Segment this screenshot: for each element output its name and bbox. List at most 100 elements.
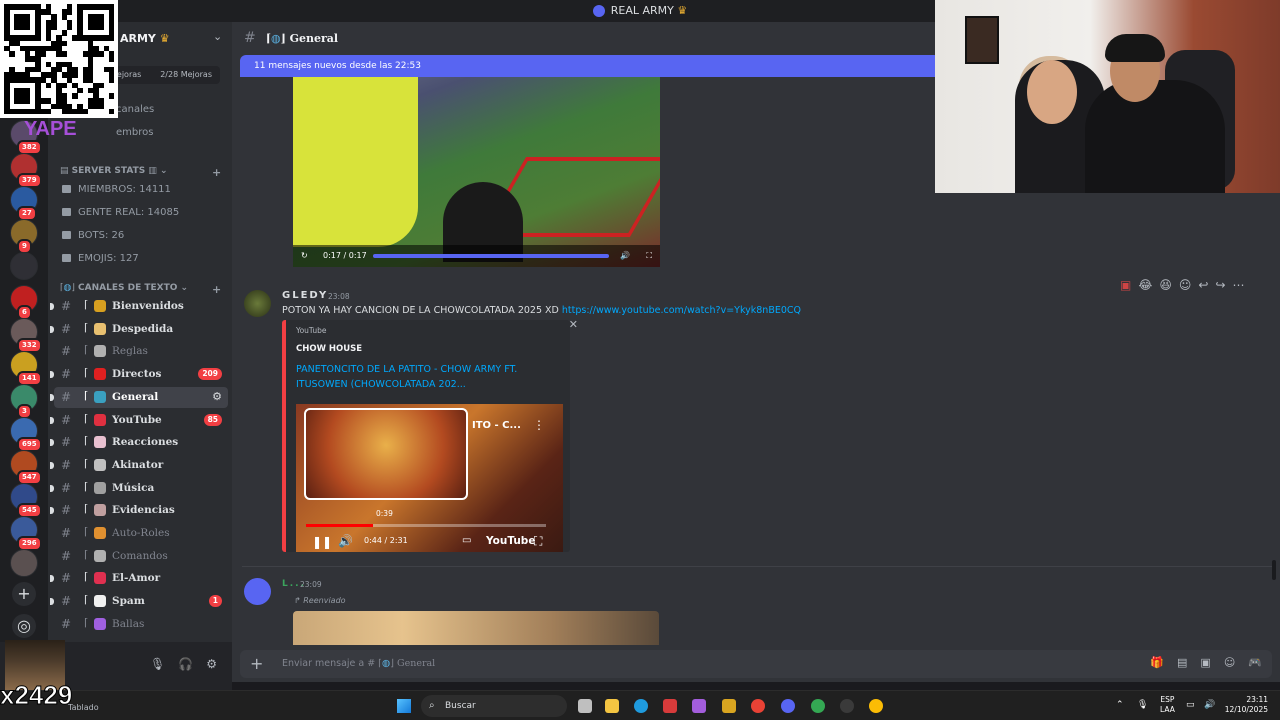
members-link[interactable]: embros [116,127,153,138]
category-server-stats[interactable]: ▤ SERVER STATS ▥ ⌄ + [60,166,224,179]
microphone-icon[interactable]: 🎙 [150,657,165,671]
headphones-icon[interactable]: 🎧 [178,657,193,671]
taskview-icon[interactable] [578,699,592,713]
video-progress-bar[interactable] [373,254,609,258]
server-icon[interactable]: 547 [10,450,42,485]
joy-reaction-icon[interactable]: 😆 [1159,278,1172,292]
reaction-icon[interactable]: ▣ [1120,278,1131,292]
server-icon[interactable]: 141 [10,351,42,386]
server-stat[interactable]: EMOJIS: 127 [62,253,139,264]
captions-icon[interactable]: ▭ [462,535,471,546]
server-name[interactable]: ARMY ♛ [120,32,170,45]
category-text-channels[interactable]: ⌈◍⌋ CANALES DE TEXTO ⌄ + [60,283,224,296]
taskbar-clock[interactable]: 23:11 12/10/2025 [1222,695,1268,715]
replay-icon[interactable]: ↻ [301,245,308,267]
edge-icon[interactable] [634,699,648,713]
fullscreen-icon[interactable]: ⛶ [646,245,652,267]
volume-icon[interactable]: 🔊 [338,534,353,548]
message-composer[interactable]: + Enviar mensaje a # ⌈◍⌋ General 🎁 ▤ ▣ ☺ 🎮 [240,650,1272,678]
add-reaction-icon[interactable]: ☺ [1179,278,1192,292]
chrome-icon[interactable] [811,699,825,713]
settings-gear-icon[interactable]: ⚙ [206,657,217,671]
pause-icon[interactable]: ❚❚ [312,535,332,549]
channel-akinator[interactable]: # ⌈ Akinator [50,455,228,476]
server-stat[interactable]: BOTS: 26 [62,230,124,241]
youtube-player[interactable]: ITO - C... ⋮ 0:39 ❚❚ 🔊 0:44 / 2:31 ▭ You… [296,404,563,552]
channel-youtube[interactable]: # ⌈ YouTube 85 [50,410,228,431]
server-icon[interactable]: 9 [10,219,38,254]
network-icon[interactable]: ▭ [1186,700,1195,710]
channel-directos[interactable]: # ⌈ Directos 209 [50,364,228,385]
obs-icon[interactable] [840,699,854,713]
add-channel-icon[interactable]: + [212,283,221,296]
new-messages-bar[interactable]: 11 mensajes nuevos desde las 22:53 [240,55,940,77]
server-icon[interactable] [10,549,38,577]
server-icon[interactable]: 695 [10,417,42,452]
language-indicator[interactable]: ESP LAA [1160,695,1175,715]
tray-chevron-icon[interactable]: ⌃ [1116,700,1124,710]
channel-el-amor[interactable]: # ⌈ El-Amor [50,568,228,589]
channel-música[interactable]: # ⌈ Música [50,478,228,499]
more-options-icon[interactable]: ⋮ [533,418,545,432]
composer-placeholder[interactable]: Enviar mensaje a # ⌈◍⌋ General [282,658,435,669]
channel-bienvenidos[interactable]: # ⌈ Bienvenidos [50,296,228,317]
laugh-reaction-icon[interactable]: 😂 [1138,278,1152,292]
server-icon[interactable]: 296 [10,516,42,551]
attach-plus-icon[interactable]: + [250,654,263,673]
channel-evidencias[interactable]: # ⌈ Evidencias [50,500,228,521]
browse-channels[interactable]: canales [116,104,154,115]
server-icon[interactable]: 379 [10,153,42,188]
chrome-icon[interactable] [869,699,883,713]
embed-title[interactable]: PANETONCITO DE LA PATITO - CHOW ARMY FT.… [296,362,536,392]
chevron-down-icon[interactable]: ⌄ [213,30,222,43]
capture-icon[interactable] [663,699,677,713]
embed-author[interactable]: CHOW HOUSE [296,344,362,354]
gift-icon[interactable]: 🎁 [1150,656,1164,669]
youtube-logo[interactable]: YouTube [486,535,535,547]
channel-auto-roles[interactable]: # ⌈ Auto-Roles [54,523,228,544]
reply-icon[interactable]: ↩ [1198,278,1208,292]
channel-despedida[interactable]: # ⌈ Despedida [50,319,228,340]
channel-general[interactable]: # ⌈ General ⚙ [50,386,228,408]
windows-start-icon[interactable] [397,699,411,713]
discord-taskbar-icon[interactable] [781,699,795,713]
discover-button[interactable]: ◎ [12,614,36,638]
app-w-icon[interactable] [722,699,736,713]
fullscreen-icon[interactable]: ⛶ [534,534,542,549]
server-stat[interactable]: GENTE REAL: 14085 [62,207,179,218]
add-channel-icon[interactable]: + [212,166,221,179]
server-icon[interactable]: 332 [10,318,42,353]
mic-tray-icon[interactable]: 🎙 [1137,700,1148,710]
emoji-icon[interactable]: ☺ [1224,656,1235,669]
message-author[interactable]: GLEDY [282,290,328,301]
channel-reglas[interactable]: # ⌈ Reglas [54,341,228,362]
add-server-button[interactable]: + [12,582,36,606]
chrome-icon[interactable] [751,699,765,713]
channel-spam[interactable]: # ⌈ Spam 1 [50,591,228,612]
gif-icon[interactable]: ▤ [1177,656,1187,669]
embed-provider[interactable]: YouTube [296,326,327,335]
channel-reacciones[interactable]: # ⌈ Reacciones [50,432,228,453]
copilot-icon[interactable] [692,699,706,713]
server-icon[interactable] [10,252,38,280]
avatar[interactable] [244,290,271,317]
channel-settings-gear-icon[interactable]: ⚙ [212,390,222,403]
forwarded-image[interactable] [293,611,659,645]
channel-comandos[interactable]: # ⌈ Comandos [54,546,228,567]
video-attachment[interactable]: ↻ 0:17 / 0:17 🔊 ⛶ [293,77,660,267]
server-stat[interactable]: MIEMBROS: 14111 [62,184,171,195]
close-embed-icon[interactable]: ✕ [569,318,578,331]
channel-ballas[interactable]: # ⌈ Ballas [54,614,228,635]
server-icon[interactable]: 545 [10,483,42,518]
volume-icon[interactable]: 🔊 [620,245,630,267]
activity-icon[interactable]: 🎮 [1248,656,1262,669]
forward-icon[interactable]: ↪ [1215,278,1225,292]
message-link[interactable]: https://www.youtube.com/watch?v=Ykyk8nBE… [562,305,801,316]
taskbar-search[interactable]: ⌕ Buscar [421,695,567,717]
volume-tray-icon[interactable]: 🔊 [1204,700,1215,710]
player-progress-bar[interactable] [306,524,546,527]
file-explorer-icon[interactable] [605,699,619,713]
avatar[interactable] [244,578,271,605]
player-title[interactable]: ITO - C... [472,420,521,431]
sticker-icon[interactable]: ▣ [1200,656,1210,669]
